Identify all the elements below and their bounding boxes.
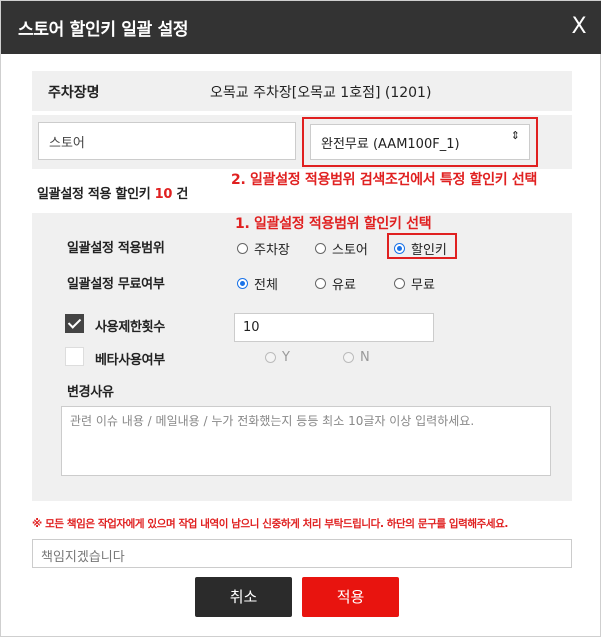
parking-lot-row: 주차장명 오목교 주차장[오목교 1호점] (1201) bbox=[32, 71, 572, 111]
free-type-radio-all[interactable]: 전체 bbox=[237, 274, 278, 293]
usage-limit-checkbox[interactable] bbox=[65, 314, 84, 333]
filter-row: 스토어 완전무료 (AAM100F_1) ⇕ bbox=[32, 115, 572, 169]
free-type-label: 일괄설정 무료여부 bbox=[67, 277, 165, 292]
scope-label: 일괄설정 적용범위 bbox=[67, 241, 165, 256]
beta-radio-n[interactable]: N bbox=[343, 350, 370, 365]
parking-lot-value: 오목교 주차장[오목교 1호점] (1201) bbox=[210, 85, 432, 101]
annotation-step2: 2. 일괄설정 적용범위 검색조건에서 특정 할인키 선택 bbox=[231, 172, 538, 188]
dialog-header: 스토어 할인키 일괄 설정 X bbox=[1, 1, 601, 54]
radio-icon bbox=[394, 278, 405, 289]
free-type-option-label: 유료 bbox=[332, 278, 356, 293]
cancel-button[interactable]: 취소 bbox=[195, 577, 292, 617]
scope-radio-parking[interactable]: 주차장 bbox=[237, 239, 290, 258]
radio-icon bbox=[343, 352, 354, 363]
usage-limit-label: 사용제한횟수 bbox=[95, 320, 165, 335]
close-icon[interactable]: X bbox=[567, 13, 591, 41]
discount-key-select[interactable]: 완전무료 (AAM100F_1) ⇕ bbox=[310, 124, 530, 160]
select-arrows-icon: ⇕ bbox=[510, 129, 520, 142]
free-type-radio-paid[interactable]: 유료 bbox=[315, 274, 356, 293]
radio-icon bbox=[315, 243, 326, 254]
apply-button[interactable]: 적용 bbox=[302, 577, 399, 617]
scope-option-label: 스토어 bbox=[332, 243, 368, 258]
applied-count-prefix: 일괄설정 적용 할인키 bbox=[37, 187, 151, 202]
annotation-step1: 1. 일괄설정 적용범위 할인키 선택 bbox=[235, 216, 432, 232]
applied-count-suffix: 건 bbox=[176, 187, 189, 202]
free-type-option-label: 전체 bbox=[254, 278, 278, 293]
reason-label: 변경사유 bbox=[67, 385, 114, 400]
free-type-radio-free[interactable]: 무료 bbox=[394, 274, 435, 293]
radio-icon bbox=[265, 352, 276, 363]
beta-option-label: Y bbox=[282, 350, 290, 365]
free-type-option-label: 무료 bbox=[411, 278, 435, 293]
discount-select-highlight: 완전무료 (AAM100F_1) ⇕ bbox=[302, 117, 538, 167]
discount-key-bulk-dialog: 스토어 할인키 일괄 설정 X 주차장명 오목교 주차장[오목교 1호점] (1… bbox=[0, 0, 601, 637]
radio-icon bbox=[315, 278, 326, 289]
scope-radio-store[interactable]: 스토어 bbox=[315, 239, 368, 258]
usage-limit-input[interactable]: 10 bbox=[234, 313, 434, 342]
warning-text: ※ 모든 책임은 작업자에게 있으며 작업 내역이 남으니 신중하게 처리 부탁… bbox=[32, 518, 509, 530]
applied-count-number: 10 bbox=[154, 187, 173, 202]
store-input[interactable]: 스토어 bbox=[38, 122, 296, 160]
reason-textarea[interactable]: 관련 이슈 내용 / 메일내용 / 누가 전화했는지 등등 최소 10글자 이상… bbox=[61, 406, 551, 476]
applied-count: 일괄설정 적용 할인키 10 건 bbox=[37, 183, 188, 202]
beta-option-label: N bbox=[360, 350, 370, 365]
discount-key-select-value: 완전무료 (AAM100F_1) bbox=[321, 137, 460, 152]
confirm-input[interactable]: 책임지겠습니다 bbox=[32, 539, 572, 568]
scope-option-label: 할인키 bbox=[411, 243, 447, 258]
radio-icon bbox=[237, 243, 248, 254]
settings-panel: 일괄설정 적용범위 주차장 스토어 할인키 일괄설정 무료여부 전체 유료 무료… bbox=[32, 213, 572, 501]
radio-selected-icon bbox=[237, 278, 248, 289]
beta-radio-y[interactable]: Y bbox=[265, 350, 290, 365]
radio-selected-icon bbox=[394, 243, 405, 254]
scope-radio-discount-key[interactable]: 할인키 bbox=[394, 239, 447, 258]
dialog-title: 스토어 할인키 일괄 설정 bbox=[18, 20, 189, 40]
beta-label: 베타사용여부 bbox=[95, 353, 165, 368]
beta-checkbox[interactable] bbox=[65, 347, 84, 366]
parking-lot-label: 주차장명 bbox=[48, 85, 100, 101]
scope-option-label: 주차장 bbox=[254, 243, 290, 258]
